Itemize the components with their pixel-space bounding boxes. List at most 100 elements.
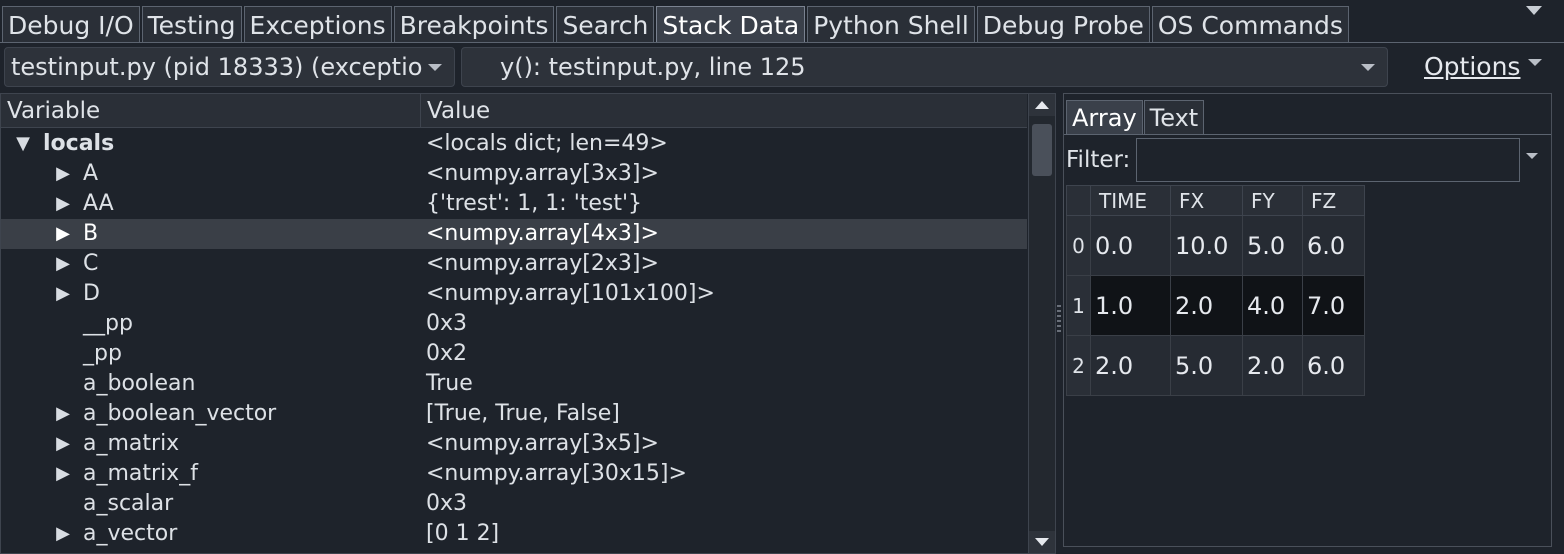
chevron-down-icon[interactable] (1526, 153, 1538, 159)
row-header[interactable]: 1 (1066, 275, 1091, 336)
frame-select[interactable]: y(): testinput.py, line 125 (461, 47, 1388, 87)
grid-cell[interactable]: 4.0 (1242, 275, 1303, 336)
tree-row[interactable]: ▶ a_vector [0 1 2] (1, 519, 1027, 549)
row-header[interactable]: 0 (1066, 215, 1091, 276)
grid-cell[interactable]: 2.0 (1090, 335, 1171, 396)
collapsed-triangle-icon[interactable]: ▶ (53, 399, 73, 429)
tree-row-locals[interactable]: ▼ locals <locals dict; len=49> (1, 129, 1027, 159)
column-header[interactable]: FX (1170, 185, 1243, 216)
grid-corner[interactable] (1066, 185, 1091, 216)
tree-row[interactable]: ▶ D <numpy.array[101x100]> (1, 279, 1027, 309)
tree-row[interactable]: ▶ AA {'trest': 1, 1: 'test'} (1, 189, 1027, 219)
tree-row[interactable]: ▶ a_matrix <numpy.array[3x5]> (1, 429, 1027, 459)
variable-name: _pp (83, 341, 122, 366)
tree-row[interactable]: _pp 0x2 (1, 339, 1027, 369)
grid-cell[interactable]: 10.0 (1170, 215, 1243, 276)
scroll-down-arrow-icon[interactable] (1029, 531, 1055, 553)
grid-cell[interactable]: 5.0 (1242, 215, 1303, 276)
variable-value: <numpy.array[30x15]> (426, 461, 687, 486)
grid-cell[interactable]: 2.0 (1170, 275, 1243, 336)
options-menu-button[interactable]: Options (1424, 51, 1520, 83)
tab-array[interactable]: Array (1066, 100, 1143, 134)
collapsed-triangle-icon[interactable]: ▶ (53, 459, 73, 489)
collapsed-triangle-icon[interactable]: ▶ (53, 279, 73, 309)
collapsed-triangle-icon[interactable]: ▶ (53, 159, 73, 189)
tab-debug-probe[interactable]: Debug Probe (976, 6, 1150, 43)
tree-row[interactable]: ▶ a_boolean_vector [True, True, False] (1, 399, 1027, 429)
panel-splitter[interactable] (1056, 93, 1063, 554)
chevron-down-icon[interactable] (1528, 59, 1542, 66)
tree-row[interactable]: a_scalar 0x3 (1, 489, 1027, 519)
column-header-value[interactable]: Value (427, 94, 490, 128)
filter-label: Filter: (1066, 147, 1131, 173)
variable-name: AA (83, 191, 114, 216)
variable-name: a_matrix_f (83, 461, 198, 486)
tree-scrollbar[interactable] (1028, 94, 1055, 553)
tab-exceptions[interactable]: Exceptions (243, 6, 392, 43)
column-header[interactable]: FZ (1302, 185, 1365, 216)
grid-cell[interactable]: 7.0 (1302, 275, 1365, 336)
tab-testing[interactable]: Testing (141, 6, 242, 43)
grid-cell[interactable]: 1.0 (1090, 275, 1171, 336)
variable-name: D (83, 281, 100, 306)
tab-search[interactable]: Search (556, 6, 655, 43)
tab-debug-io[interactable]: Debug I/O (2, 6, 140, 43)
scrollbar-thumb[interactable] (1032, 124, 1052, 176)
tab-os-commands[interactable]: OS Commands (1151, 6, 1349, 43)
tab-menu-chevron-icon[interactable] (1526, 6, 1542, 15)
variable-value: [True, True, False] (426, 401, 620, 426)
collapsed-triangle-icon[interactable]: ▶ (53, 519, 73, 549)
variable-name: A (83, 161, 99, 186)
tree-row[interactable]: ▶ A <numpy.array[3x3]> (1, 159, 1027, 189)
collapsed-triangle-icon[interactable]: ▶ (53, 189, 73, 219)
tree-row[interactable]: ▶ a_matrix_f <numpy.array[30x15]> (1, 459, 1027, 489)
variable-value: {'trest': 1, 1: 'test'} (426, 191, 643, 216)
variable-value: 0x3 (426, 311, 468, 336)
process-select-value: testinput.py (pid 18333) (exception) (11, 53, 424, 81)
variable-name: __pp (83, 311, 133, 336)
collapsed-triangle-icon[interactable]: ▶ (53, 249, 73, 279)
variable-value: 0x3 (426, 491, 468, 516)
column-header[interactable]: TIME (1090, 185, 1171, 216)
variable-value: [0 1 2] (426, 521, 500, 546)
grid-row-selected: 1 1.0 2.0 4.0 7.0 (1066, 275, 1365, 336)
variable-name: a_scalar (83, 491, 174, 516)
tab-breakpoints[interactable]: Breakpoints (393, 6, 555, 43)
column-divider[interactable] (420, 94, 421, 128)
process-select[interactable]: testinput.py (pid 18333) (exception) (4, 47, 455, 87)
tab-stack-data[interactable]: Stack Data (656, 6, 806, 43)
filter-input[interactable] (1136, 138, 1520, 182)
tree-row-selected[interactable]: ▶ B <numpy.array[4x3]> (1, 219, 1027, 249)
grid-cell[interactable]: 6.0 (1302, 335, 1365, 396)
splitter-grip-icon[interactable] (1057, 305, 1061, 335)
scroll-up-arrow-icon[interactable] (1029, 94, 1055, 116)
collapsed-triangle-icon[interactable]: ▶ (53, 429, 73, 459)
grid-row: 2 2.0 5.0 2.0 6.0 (1066, 335, 1365, 396)
grid-cell[interactable]: 2.0 (1242, 335, 1303, 396)
grid-cell[interactable]: 0.0 (1090, 215, 1171, 276)
variable-value: True (426, 371, 473, 396)
options-label: Options (1424, 52, 1521, 81)
tab-text[interactable]: Text (1143, 100, 1205, 134)
array-viewer-panel: Array Text Filter: TIME FX FY FZ 0 0.0 1… (1063, 93, 1552, 547)
variable-name: a_boolean (83, 371, 196, 396)
collapsed-triangle-icon[interactable]: ▶ (53, 219, 73, 249)
grid-cell[interactable]: 5.0 (1170, 335, 1243, 396)
expanded-triangle-icon[interactable]: ▼ (13, 129, 33, 159)
variable-value: 0x2 (426, 341, 468, 366)
column-header[interactable]: FY (1242, 185, 1303, 216)
variable-name: C (83, 251, 99, 276)
tab-python-shell[interactable]: Python Shell (807, 6, 975, 43)
tree-row[interactable]: __pp 0x3 (1, 309, 1027, 339)
tree-row[interactable]: ▶ C <numpy.array[2x3]> (1, 249, 1027, 279)
variable-name: locals (43, 131, 115, 156)
grid-row: 0 0.0 10.0 5.0 6.0 (1066, 215, 1365, 276)
variable-value: <numpy.array[2x3]> (426, 251, 659, 276)
frame-select-value: y(): testinput.py, line 125 (500, 53, 806, 81)
chevron-down-icon (1361, 64, 1375, 71)
grid-cell[interactable]: 6.0 (1302, 215, 1365, 276)
tree-row[interactable]: a_boolean True (1, 369, 1027, 399)
row-header[interactable]: 2 (1066, 335, 1091, 396)
variable-name: a_matrix (83, 431, 180, 456)
column-header-variable[interactable]: Variable (7, 94, 100, 128)
